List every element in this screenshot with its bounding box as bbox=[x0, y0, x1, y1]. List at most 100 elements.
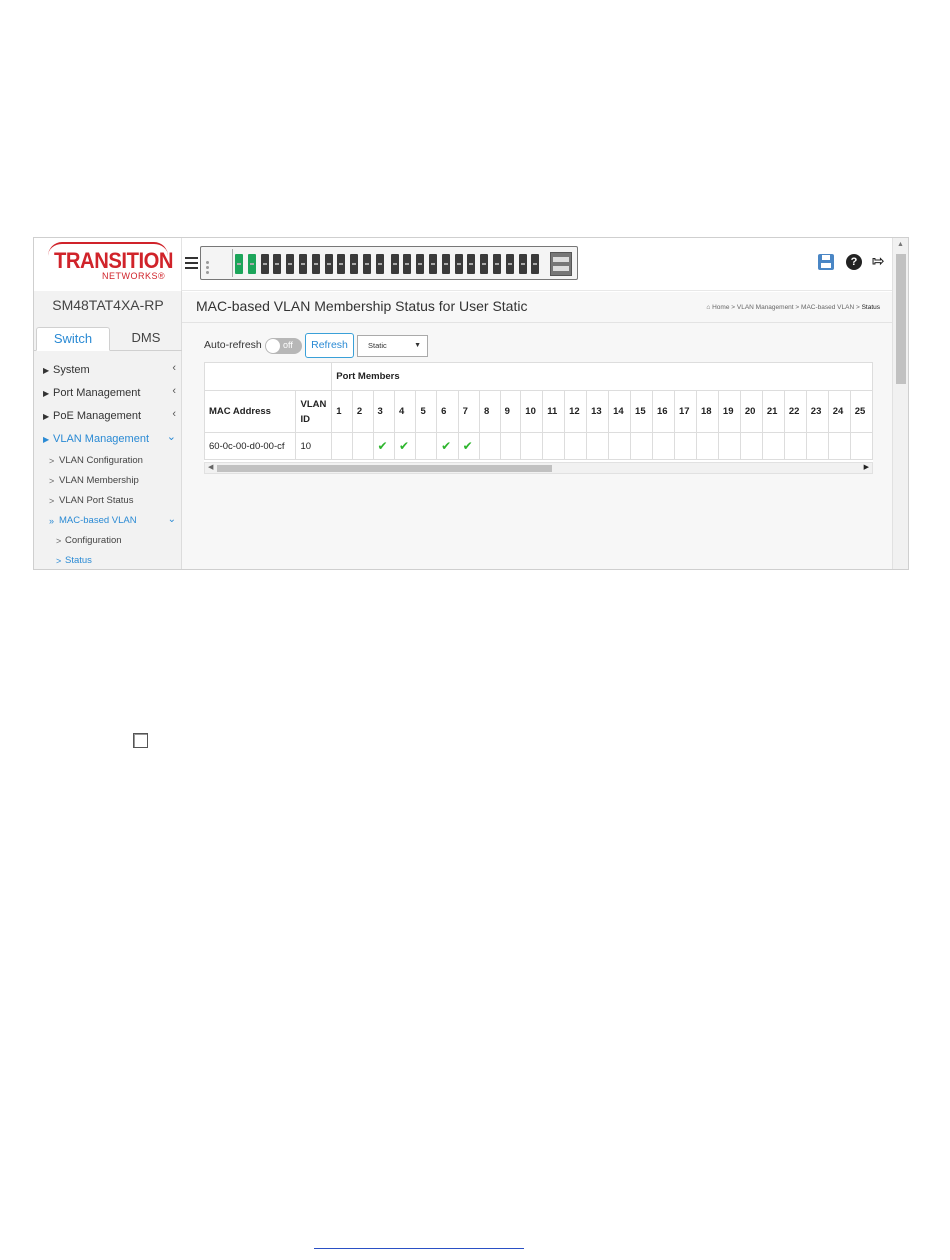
panel-port[interactable] bbox=[311, 254, 320, 274]
auto-refresh-label: Auto-refresh bbox=[204, 339, 262, 351]
sidebar-item-system[interactable]: ▶ System ‹ bbox=[34, 359, 182, 382]
table-header-port: 7 bbox=[457, 390, 481, 433]
table-header-row: Port Members bbox=[204, 362, 873, 391]
port-member-cell bbox=[351, 432, 374, 460]
table-header-blank bbox=[204, 362, 333, 391]
table-header-port: 17 bbox=[673, 390, 697, 433]
table-header-port: 3 bbox=[372, 390, 396, 433]
scrollbar-thumb[interactable] bbox=[217, 465, 552, 472]
scroll-up-icon[interactable]: ▲ bbox=[897, 241, 904, 248]
panel-port[interactable] bbox=[403, 254, 412, 274]
horizontal-scrollbar[interactable]: ◀ ▶ bbox=[204, 462, 873, 474]
vertical-scrollbar[interactable]: ▲ bbox=[892, 238, 908, 569]
tab-dms[interactable]: DMS bbox=[110, 327, 182, 351]
checkmark-icon: ✔ bbox=[399, 439, 410, 453]
refresh-button[interactable]: Refresh bbox=[305, 333, 354, 358]
panel-port[interactable] bbox=[273, 254, 282, 274]
checkbox[interactable] bbox=[133, 733, 148, 748]
panel-port[interactable] bbox=[247, 254, 256, 274]
sidebar-item-label: Port Management bbox=[53, 387, 141, 399]
panel-port[interactable] bbox=[505, 254, 514, 274]
tab-switch[interactable]: Switch bbox=[36, 327, 110, 351]
scroll-left-icon[interactable]: ◀ bbox=[208, 463, 213, 471]
panel-port[interactable] bbox=[531, 254, 540, 274]
select-value: Static bbox=[368, 341, 387, 350]
sidebar-item-label: VLAN Management bbox=[53, 433, 149, 445]
checkmark-icon: ✔ bbox=[462, 439, 473, 453]
sidebar-subitem-vlan-membership[interactable]: > VLAN Membership bbox=[34, 471, 182, 491]
sidebar-item-poe-management[interactable]: ▶ PoE Management ‹ bbox=[34, 405, 182, 428]
sidebar-item-vlan-management[interactable]: ▶ VLAN Management ⌄ bbox=[34, 428, 182, 451]
port-member-cell bbox=[761, 432, 785, 460]
panel-port[interactable] bbox=[441, 254, 450, 274]
panel-port[interactable] bbox=[299, 254, 307, 274]
panel-port[interactable] bbox=[416, 254, 425, 274]
table-header-port: 4 bbox=[393, 390, 417, 433]
help-icon[interactable]: ? bbox=[846, 254, 862, 270]
brand-logo[interactable]: TRANSITION NETWORKS® bbox=[34, 238, 182, 291]
sidebar-subitem-label: VLAN Port Status bbox=[59, 495, 134, 506]
switch-front-panel bbox=[200, 246, 578, 280]
table-header-port: 21 bbox=[761, 390, 785, 433]
table-header-row: MAC Address VLAN ID 1 2 3 4 5 6 7 8 9 10 11 12 13 14 1… bbox=[204, 390, 873, 433]
panel-port[interactable] bbox=[518, 254, 527, 274]
port-member-cell bbox=[608, 432, 632, 460]
auto-refresh-toggle[interactable]: off bbox=[265, 338, 302, 354]
panel-port[interactable] bbox=[324, 254, 333, 274]
panel-port[interactable] bbox=[493, 254, 501, 274]
table-header-port: 20 bbox=[739, 390, 763, 433]
port-member-cell bbox=[499, 432, 522, 460]
sidebar-subitem-configuration[interactable]: > Configuration bbox=[34, 531, 182, 551]
breadcrumb-mac-based-vlan[interactable]: MAC-based VLAN bbox=[801, 304, 854, 311]
sidebar-subitem-label: MAC-based VLAN bbox=[59, 515, 137, 526]
table-header-vlan: VLAN ID bbox=[295, 390, 333, 433]
table-header-port: 18 bbox=[695, 390, 719, 433]
save-icon[interactable] bbox=[818, 254, 834, 270]
panel-mini-logo bbox=[203, 249, 233, 277]
checkmark-icon: ✔ bbox=[441, 439, 452, 453]
panel-port[interactable] bbox=[363, 254, 371, 274]
table-header-port: 12 bbox=[564, 390, 588, 433]
sidebar-subitem-status[interactable]: > Status bbox=[34, 551, 182, 569]
page-title: MAC-based VLAN Membership Status for Use… bbox=[196, 298, 528, 314]
panel-sfp-ports bbox=[550, 252, 572, 276]
sidebar-item-port-management[interactable]: ▶ Port Management ‹ bbox=[34, 382, 182, 405]
panel-port[interactable] bbox=[390, 254, 399, 274]
sidebar-subitem-label: Status bbox=[65, 555, 92, 566]
panel-port[interactable] bbox=[350, 254, 359, 274]
panel-port[interactable] bbox=[375, 254, 384, 274]
hamburger-menu-icon[interactable] bbox=[185, 257, 198, 269]
table-header-port: 13 bbox=[586, 390, 610, 433]
vlan-id-cell: 10 bbox=[295, 432, 333, 460]
panel-port[interactable] bbox=[260, 254, 269, 274]
sidebar-subitem-vlan-configuration[interactable]: > VLAN Configuration bbox=[34, 451, 182, 471]
panel-port[interactable] bbox=[429, 254, 437, 274]
caret-right-icon: ▶ bbox=[43, 435, 50, 444]
mac-address-cell: 60-0c-00-d0-00-cf bbox=[204, 432, 297, 460]
logout-icon[interactable]: ⇰ bbox=[872, 254, 888, 270]
sidebar-subitem-mac-based-vlan[interactable]: » MAC-based VLAN ⌄ bbox=[34, 511, 182, 531]
port-member-cell bbox=[630, 432, 653, 460]
port-member-cell bbox=[805, 432, 829, 460]
panel-port[interactable] bbox=[286, 254, 295, 274]
sidebar-item-label: PoE Management bbox=[53, 410, 142, 422]
logo-subtext: NETWORKS® bbox=[102, 271, 166, 281]
sidebar-subitem-vlan-port-status[interactable]: > VLAN Port Status bbox=[34, 491, 182, 511]
panel-port[interactable] bbox=[235, 254, 243, 274]
panel-port[interactable] bbox=[454, 254, 463, 274]
scrollbar-thumb[interactable] bbox=[896, 254, 906, 384]
membership-table-wrap: Port Members MAC Address VLAN ID 1234567… bbox=[204, 362, 873, 462]
breadcrumb-home[interactable]: Home bbox=[712, 304, 729, 311]
link-underline[interactable] bbox=[314, 1248, 524, 1249]
device-model: SM48TAT4XA-RP bbox=[52, 297, 164, 313]
table-header-port: 14 bbox=[608, 390, 632, 433]
app-window: TRANSITION NETWORKS® ? ⇰ SM48TAT4XA-RP S… bbox=[33, 237, 909, 570]
panel-port[interactable] bbox=[467, 254, 476, 274]
panel-port[interactable] bbox=[337, 254, 346, 274]
user-type-select[interactable]: Static ▼ bbox=[357, 335, 428, 357]
table-header-mac: MAC Address bbox=[204, 390, 297, 433]
scroll-right-icon[interactable]: ▶ bbox=[864, 463, 869, 471]
panel-port[interactable] bbox=[480, 254, 489, 274]
sidebar-subitem-label: VLAN Membership bbox=[59, 475, 139, 486]
breadcrumb-vlan-management[interactable]: VLAN Management bbox=[737, 304, 794, 311]
